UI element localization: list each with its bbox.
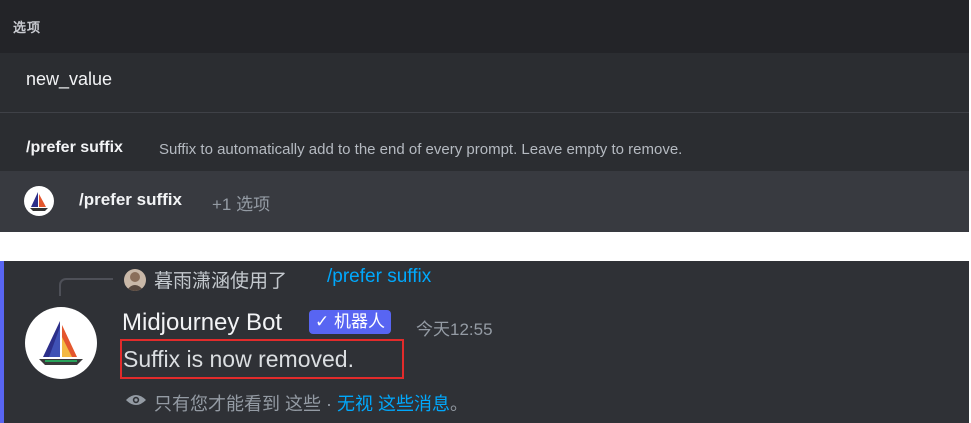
options-title: 选项 [13,20,42,35]
highlight-annotation-box [120,339,404,379]
eye-icon [126,395,146,405]
message-timestamp: 今天12:55 [416,320,493,339]
options-header [0,0,969,53]
reply-command-link[interactable]: /prefer suffix [327,266,431,288]
message-accent-bar [0,261,4,423]
reply-connector-line [59,278,113,296]
ephemeral-note-text: 只有您才能看到 这些 · [154,394,337,414]
user-avatar[interactable] [124,269,146,291]
option-item-new-value[interactable] [0,53,969,112]
hint-command-description: Suffix to automatically add to the end o… [159,141,683,158]
midjourney-logo-icon [24,186,54,216]
bot-name[interactable]: Midjourney Bot [122,309,282,337]
option-label: new_value [26,69,113,89]
input-command-text: /prefer suffix [79,190,182,209]
ephemeral-note: 只有您才能看到 这些 · 无视 这些消息。 [154,390,468,416]
reply-username: 暮雨潇涵使用了 [154,271,288,292]
dismiss-message-link[interactable]: 无视 这些消息 [337,394,450,414]
input-extra-options: +1 选项 [212,195,271,214]
bot-avatar[interactable] [25,307,97,379]
sailboat-icon [39,321,83,365]
ephemeral-note-suffix: 。 [450,394,469,414]
hint-command-name: /prefer suffix [26,139,123,156]
bot-badge: ✓ 机器人 [309,310,391,334]
